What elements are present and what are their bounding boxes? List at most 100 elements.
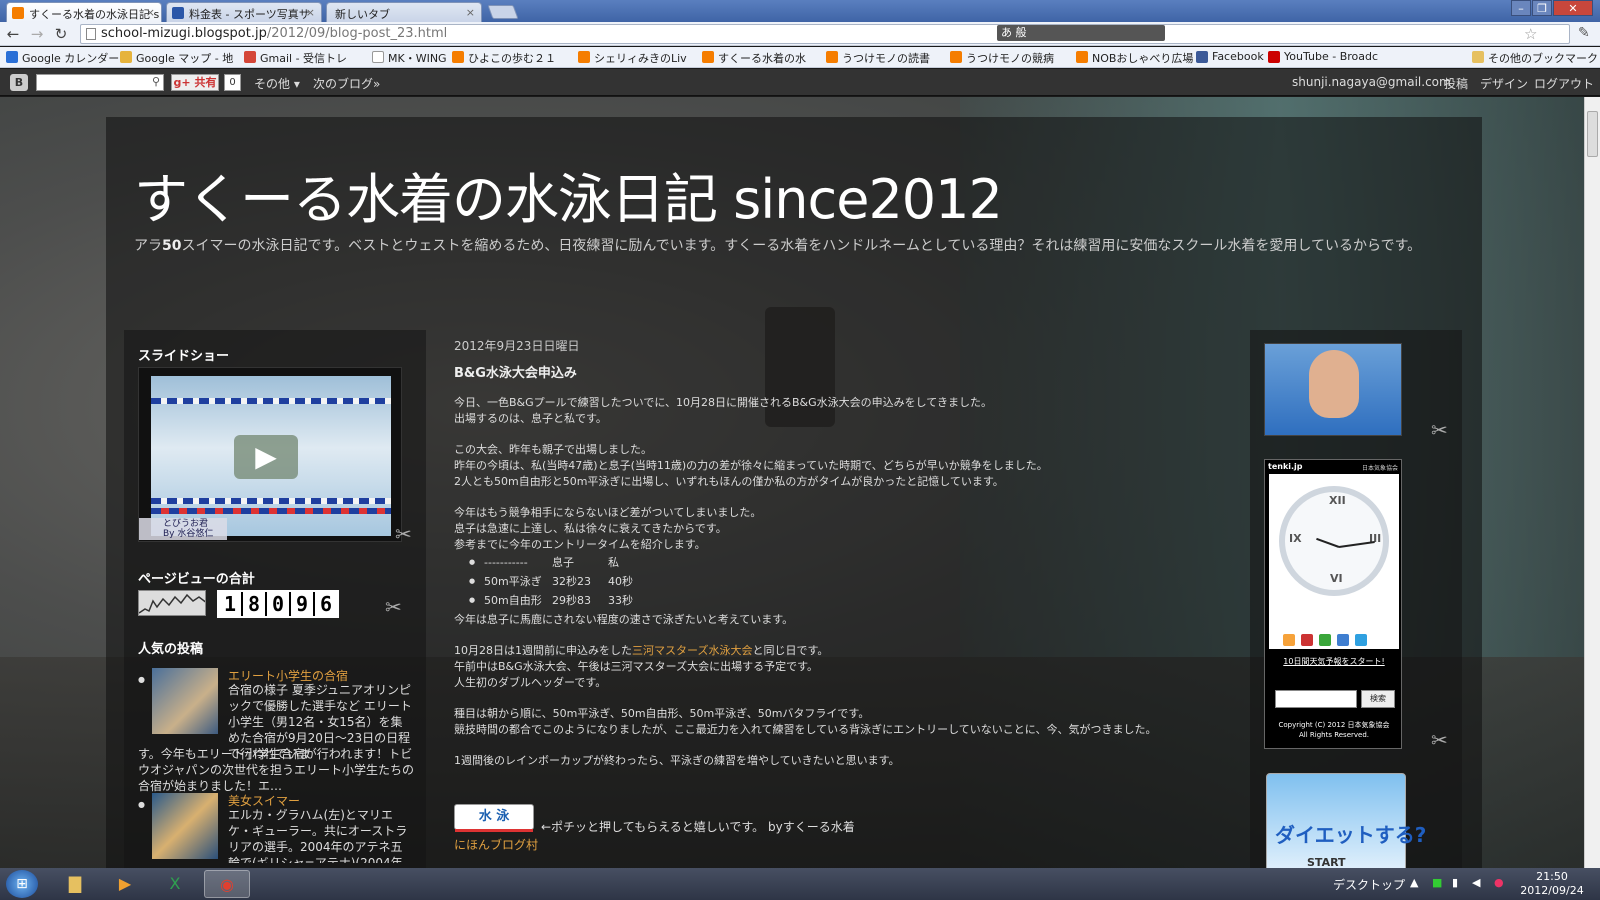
sun-icon: [1283, 634, 1295, 646]
address-bar[interactable]: school-mizugi.blogspot.jp/2012/09/blog-p…: [80, 24, 1570, 44]
bookmark-item[interactable]: MK・WING: [372, 50, 447, 66]
bookmark-item[interactable]: YouTube - Broadc: [1268, 50, 1378, 63]
windows-taskbar: ⊞ ▇ ▶ X ◉ デスクトップ ▲ ■ ▮ ◀ ● 21:50 2012/09…: [0, 868, 1600, 900]
ime-toolbar[interactable]: あ 般: [997, 25, 1165, 41]
tab-blog[interactable]: すくーる水着の水泳日記 s ×: [6, 2, 162, 22]
tab-pricing[interactable]: 料金表 - スポーツ写真サ ×: [166, 2, 322, 22]
post-text: 1週間後のレインボーカップが終わったら、平泳ぎの練習を増やしていきたいと思います…: [454, 754, 900, 767]
bookmark-item[interactable]: Gmail - 受信トレ: [244, 50, 347, 66]
search-icon[interactable]: ⚲: [152, 75, 160, 88]
list-item: ----------- 息子 私: [469, 553, 1174, 572]
tenki-forecast-link[interactable]: 10日間天気予報をスタート!: [1265, 656, 1403, 667]
blogger-icon: [12, 7, 24, 19]
bookmark-item[interactable]: Facebook: [1196, 50, 1264, 63]
lane-rope: [151, 508, 391, 514]
swim-ranking-badge[interactable]: 水 泳: [454, 804, 534, 832]
blogger-icon: [826, 51, 838, 63]
media-player-taskbar-icon[interactable]: ▶: [102, 870, 148, 898]
bookmark-label: ひよこの歩む２１: [468, 52, 556, 65]
post-title[interactable]: B&G水泳大会申込み: [454, 366, 1174, 382]
post-thumbnail[interactable]: [152, 668, 218, 734]
chrome-taskbar-icon[interactable]: ◉: [204, 870, 250, 898]
close-window-button[interactable]: ✕: [1553, 0, 1593, 16]
tab-strip: すくーる水着の水泳日記 s × 料金表 - スポーツ写真サ × 新しいタブ × …: [0, 0, 1600, 22]
vertical-scrollbar[interactable]: [1584, 97, 1600, 870]
new-post-link[interactable]: 投稿: [1444, 75, 1468, 92]
bookmark-label: シェリィみきのLiv: [594, 52, 687, 65]
bookmark-item[interactable]: うつけモノの競病: [950, 50, 1054, 66]
nihon-blogmura-link[interactable]: にほんブログ村: [454, 836, 538, 853]
close-icon[interactable]: ×: [306, 6, 315, 19]
explorer-taskbar-icon[interactable]: ▇: [52, 870, 98, 898]
diet-banner[interactable]: ダイエットする? START: [1266, 773, 1426, 870]
close-icon[interactable]: ×: [466, 6, 475, 19]
blogger-navbar: B ⚲ g+ 共有 0 その他 ▾ 次のブログ» shunji.nagaya@g…: [0, 69, 1600, 96]
tab-new[interactable]: 新しいタブ ×: [326, 2, 482, 22]
minimize-button[interactable]: –: [1511, 0, 1531, 16]
swimmer-photo[interactable]: [1264, 343, 1402, 436]
bookmark-star-icon[interactable]: ☆: [1524, 25, 1537, 43]
share-button[interactable]: g+ 共有: [171, 74, 219, 91]
play-icon[interactable]: ▶: [234, 435, 298, 479]
tenki-widget: tenki.jp 日本気象協会 XII III VI IX 10日間天気予報をス…: [1264, 459, 1402, 749]
entry-cell: 私: [608, 556, 619, 569]
forward-button[interactable]: →: [28, 25, 46, 43]
scrollbar-thumb[interactable]: [1587, 111, 1598, 157]
desktop-toolbar-label[interactable]: デスクトップ: [1333, 876, 1405, 893]
bookmark-label: Google カレンダー: [22, 52, 120, 65]
entry-cell: 50m自由形: [484, 594, 542, 607]
volume-icon[interactable]: ◀: [1472, 876, 1480, 889]
excel-taskbar-icon[interactable]: X: [152, 870, 198, 898]
tab-label: 料金表 - スポーツ写真サ: [189, 8, 310, 21]
bookmark-item[interactable]: NOBおしゃべり広場: [1076, 50, 1193, 66]
edit-widget-icon[interactable]: ✂: [395, 522, 412, 546]
blog-post: 2012年9月23日日曜日 B&G水泳大会申込み 今日、一色B&Gプールで練習し…: [454, 338, 1174, 769]
edit-widget-icon[interactable]: ✂: [385, 595, 402, 619]
tray-arrow-icon[interactable]: ▲: [1410, 876, 1418, 889]
counter-digit: 0: [267, 592, 289, 616]
restore-button[interactable]: ❐: [1532, 0, 1552, 16]
bookmark-item[interactable]: すくーる水着の水: [702, 50, 806, 66]
bookmark-item[interactable]: シェリィみきのLiv: [578, 50, 687, 66]
post-text: 2人とも50m自由形と50m平泳ぎに出場し、いずれもほんの僅か私の方がタイムが良…: [454, 475, 1004, 488]
bookmark-item[interactable]: Google マップ - 地: [120, 50, 233, 66]
logout-link[interactable]: ログアウト: [1534, 75, 1594, 92]
wrench-icon[interactable]: ✎: [1578, 25, 1590, 41]
reload-button[interactable]: ↻: [52, 25, 70, 43]
masters-link[interactable]: 三河マスターズ水泳大会: [632, 644, 752, 657]
network-icon[interactable]: ▮: [1452, 876, 1458, 889]
entry-cell: 40秒: [608, 575, 633, 588]
start-button[interactable]: ⊞: [6, 870, 38, 898]
bookmark-label: YouTube - Broadc: [1284, 50, 1379, 63]
tenki-search-input[interactable]: [1275, 690, 1357, 708]
edit-widget-icon[interactable]: ✂: [1431, 728, 1448, 752]
bookmark-item[interactable]: Google カレンダー: [6, 50, 119, 66]
tenki-search-button[interactable]: 検索: [1361, 690, 1395, 708]
popular-post-snippet-cont: す。今年もエリート小学生合宿が行われます！トビウオジャパンの次世代を担うエリート…: [138, 747, 415, 793]
caption-line: By 水谷悠仁: [163, 529, 214, 539]
close-icon[interactable]: ×: [146, 6, 155, 19]
back-button[interactable]: ←: [4, 25, 22, 43]
bookmark-item[interactable]: ひよこの歩む２１: [452, 50, 556, 66]
next-blog-link[interactable]: 次のブログ»: [313, 75, 380, 92]
pageviews-title: ページビューの合計: [138, 572, 255, 587]
post-thumbnail[interactable]: [152, 793, 218, 859]
other-bookmarks[interactable]: その他のブックマーク: [1472, 50, 1598, 66]
bookmark-item[interactable]: うつけモノの読書: [826, 50, 930, 66]
popular-post-snippet: エルカ・グラハム(左)とマリエケ・ギューラー。共にオーストラリアの選手。2004…: [228, 808, 408, 863]
design-link[interactable]: デザイン: [1480, 75, 1528, 92]
slideshow-widget[interactable]: ▶ とびうお君 By 水谷悠仁: [138, 367, 402, 542]
blogger-icon[interactable]: B: [10, 74, 28, 91]
tray-app-icon[interactable]: ■: [1432, 876, 1442, 889]
more-menu[interactable]: その他 ▾: [254, 75, 300, 92]
entry-cell: 29秒83: [552, 594, 591, 607]
blog-search-input[interactable]: ⚲: [36, 74, 164, 91]
url-domain: school-mizugi.blogspot.jp: [101, 26, 267, 41]
tenki-logo[interactable]: tenki.jp: [1268, 462, 1303, 471]
blog-title[interactable]: すくーる水着の水泳日記 since2012: [134, 155, 1003, 234]
system-clock[interactable]: 21:50 2012/09/24: [1520, 870, 1584, 898]
account-email[interactable]: shunji.nagaya@gmail.com: [1292, 75, 1451, 89]
ime-tray-icon[interactable]: ●: [1494, 876, 1504, 889]
edit-widget-icon[interactable]: ✂: [1431, 418, 1448, 442]
new-tab-button[interactable]: [487, 5, 519, 19]
